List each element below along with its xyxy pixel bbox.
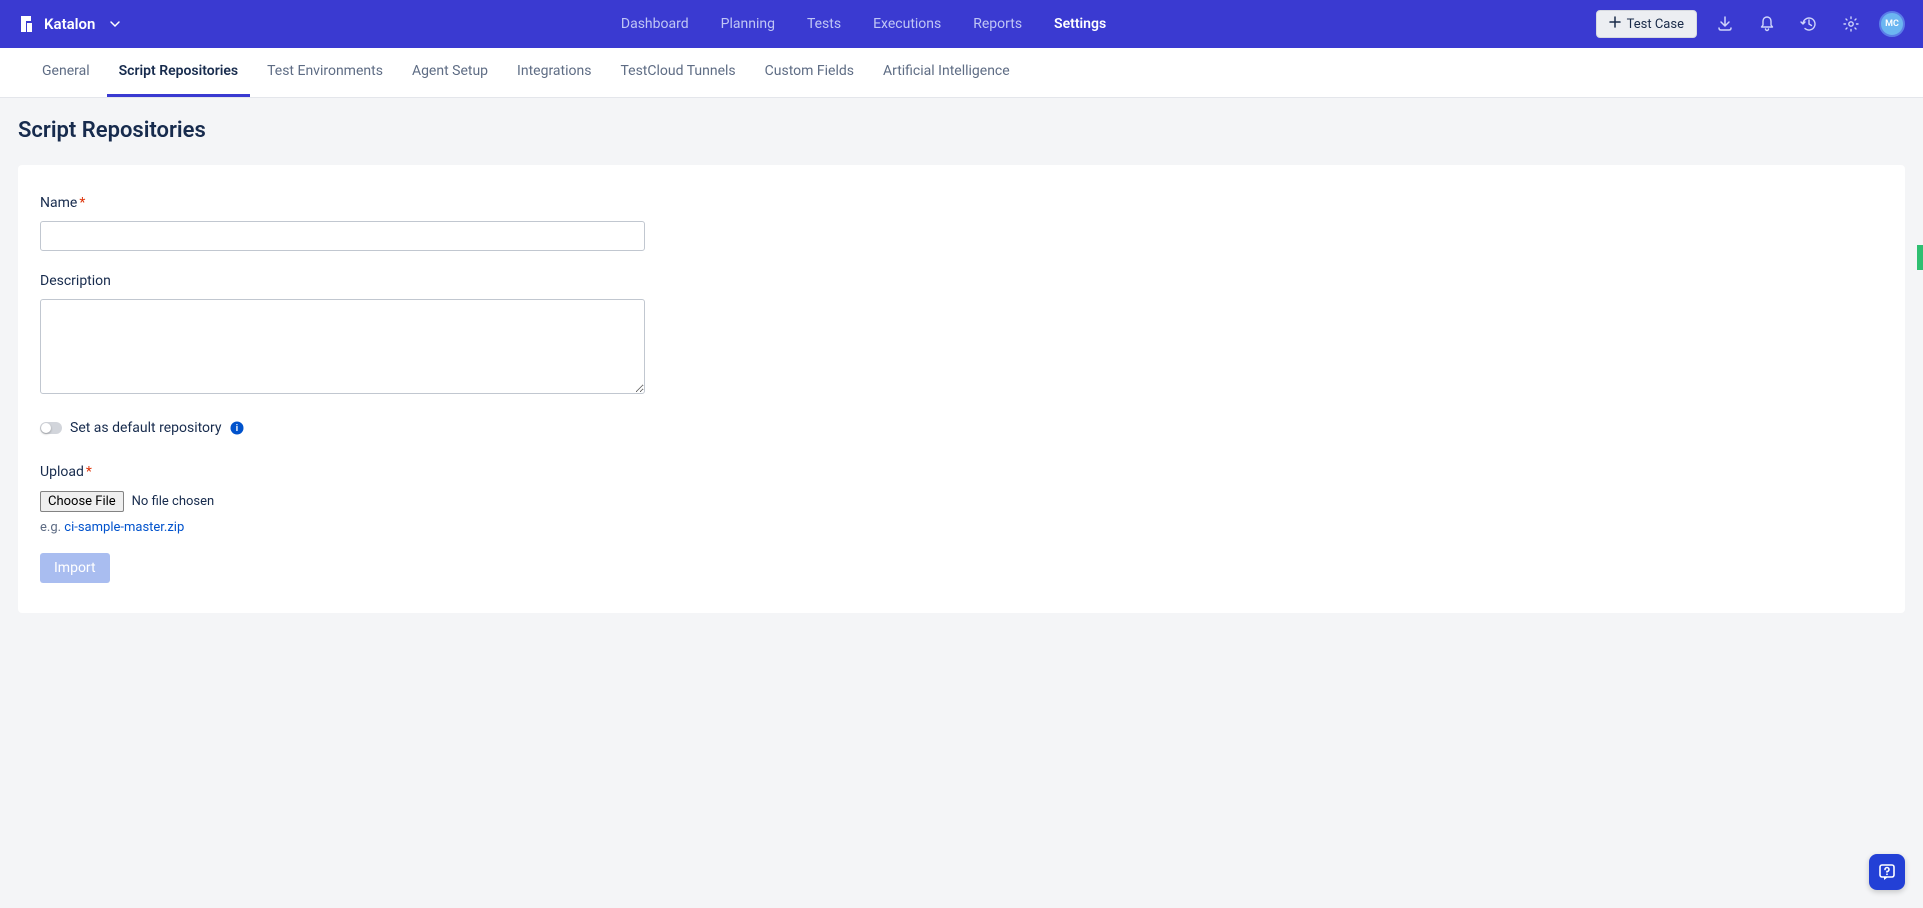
tab-custom-fields[interactable]: Custom Fields bbox=[753, 48, 866, 97]
upload-label-text: Upload bbox=[40, 464, 84, 480]
page-content: Script Repositories Name* Description Se… bbox=[0, 98, 1923, 633]
history-clock-icon[interactable] bbox=[1795, 10, 1823, 38]
feedback-tab-strip[interactable] bbox=[1917, 245, 1923, 270]
project-switcher-chevron-icon[interactable] bbox=[109, 18, 121, 30]
tab-testcloud-tunnels[interactable]: TestCloud Tunnels bbox=[608, 48, 747, 97]
description-textarea[interactable] bbox=[40, 299, 645, 394]
example-file-link[interactable]: ci-sample-master.zip bbox=[64, 520, 184, 535]
required-asterisk: * bbox=[79, 195, 85, 211]
plus-icon bbox=[1609, 16, 1621, 32]
tab-integrations[interactable]: Integrations bbox=[505, 48, 603, 97]
svg-text:i: i bbox=[235, 424, 237, 434]
upload-field-group: Upload* Choose File No file chosen e.g. … bbox=[40, 464, 1883, 535]
import-button[interactable]: Import bbox=[40, 553, 110, 583]
name-label: Name* bbox=[40, 195, 1883, 211]
app-name: Katalon bbox=[44, 15, 95, 33]
upload-row: Choose File No file chosen bbox=[40, 490, 1883, 512]
info-icon[interactable]: i bbox=[230, 421, 244, 435]
name-field-group: Name* bbox=[40, 195, 1883, 251]
tab-artificial-intelligence[interactable]: Artificial Intelligence bbox=[871, 48, 1022, 97]
default-repo-label: Set as default repository bbox=[70, 420, 222, 436]
help-question-icon bbox=[1877, 862, 1897, 882]
main-nav: Dashboard Planning Tests Executions Repo… bbox=[131, 12, 1595, 36]
logo-area: Katalon bbox=[18, 15, 121, 33]
choose-file-button[interactable]: Choose File bbox=[40, 491, 124, 512]
settings-sub-tabs: General Script Repositories Test Environ… bbox=[0, 48, 1923, 98]
name-input[interactable] bbox=[40, 221, 645, 251]
notifications-bell-icon[interactable] bbox=[1753, 10, 1781, 38]
default-repo-toggle[interactable] bbox=[40, 422, 62, 434]
description-field-group: Description bbox=[40, 273, 1883, 398]
settings-gear-icon[interactable] bbox=[1837, 10, 1865, 38]
nav-reports[interactable]: Reports bbox=[971, 12, 1024, 36]
file-status-text: No file chosen bbox=[132, 494, 215, 509]
new-test-case-button[interactable]: Test Case bbox=[1596, 10, 1697, 38]
nav-executions[interactable]: Executions bbox=[871, 12, 943, 36]
nav-planning[interactable]: Planning bbox=[719, 12, 777, 36]
tab-script-repositories[interactable]: Script Repositories bbox=[107, 48, 251, 97]
nav-right: Test Case MC bbox=[1596, 10, 1905, 38]
page-title: Script Repositories bbox=[18, 118, 1905, 143]
upload-label: Upload* bbox=[40, 464, 1883, 480]
tab-general[interactable]: General bbox=[30, 48, 102, 97]
katalon-logo-icon bbox=[18, 15, 36, 33]
nav-dashboard[interactable]: Dashboard bbox=[619, 12, 691, 36]
example-text: e.g. ci-sample-master.zip bbox=[40, 520, 1883, 535]
top-bar: Katalon Dashboard Planning Tests Executi… bbox=[0, 0, 1923, 48]
tab-test-environments[interactable]: Test Environments bbox=[255, 48, 395, 97]
repo-form-card: Name* Description Set as default reposit… bbox=[18, 165, 1905, 613]
description-label: Description bbox=[40, 273, 1883, 289]
download-icon[interactable] bbox=[1711, 10, 1739, 38]
example-prefix: e.g. bbox=[40, 520, 64, 535]
avatar-initials: MC bbox=[1885, 19, 1899, 29]
name-label-text: Name bbox=[40, 195, 77, 211]
nav-settings[interactable]: Settings bbox=[1052, 12, 1108, 36]
test-case-btn-label: Test Case bbox=[1627, 17, 1684, 32]
default-repo-row: Set as default repository i bbox=[40, 420, 1883, 436]
tab-agent-setup[interactable]: Agent Setup bbox=[400, 48, 500, 97]
help-widget-button[interactable] bbox=[1869, 854, 1905, 890]
nav-tests[interactable]: Tests bbox=[805, 12, 843, 36]
user-avatar[interactable]: MC bbox=[1879, 11, 1905, 37]
required-asterisk: * bbox=[86, 464, 92, 480]
